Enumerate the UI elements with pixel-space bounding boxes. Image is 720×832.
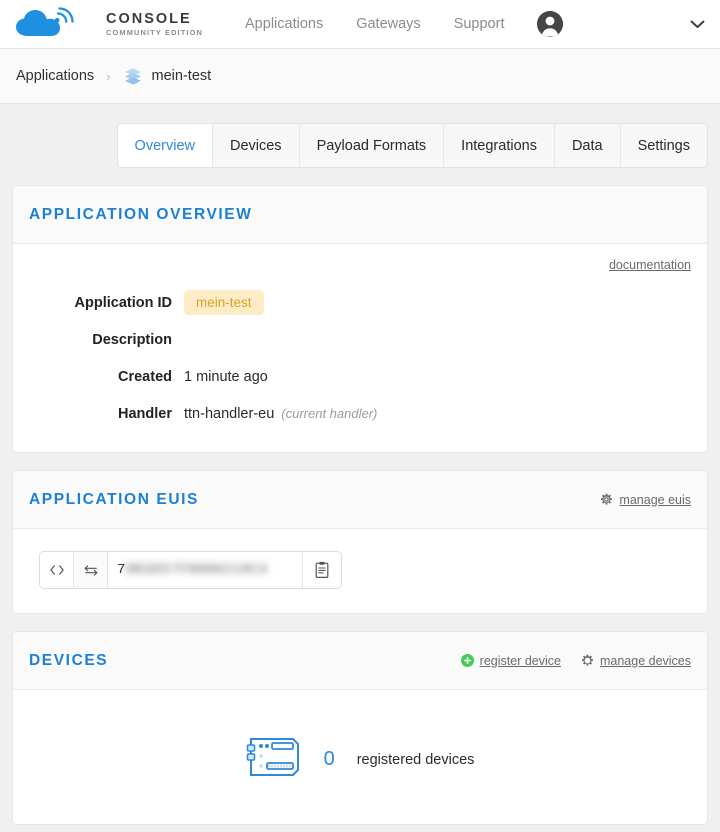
breadcrumb-separator: › [106, 68, 111, 84]
eui-value-field[interactable]: 7 0B3D57F0000218C4 [108, 552, 303, 588]
application-euis-actions: manage euis [600, 493, 691, 507]
primary-navigation: Applications Gateways Support [245, 16, 504, 32]
nav-item-gateways[interactable]: Gateways [356, 16, 420, 32]
tab-bar-container: Overview Devices Payload Formats Integra… [0, 104, 720, 168]
code-brackets-icon [49, 565, 64, 575]
registered-device-count: 0 [323, 748, 335, 770]
breadcrumb-current-label: mein-test [151, 68, 212, 84]
eui-code-toggle-button[interactable] [40, 552, 74, 588]
created-value: 1 minute ago [184, 368, 268, 385]
row-description: Description [29, 321, 691, 358]
brand-title: CONSOLE [106, 10, 192, 27]
gear-icon [601, 493, 613, 505]
chevron-down-icon [690, 20, 704, 28]
eui-value-masked: 0B3D57F0000218C4 [125, 562, 268, 578]
nav-item-applications[interactable]: Applications [245, 16, 323, 32]
row-application-id: Application ID mein-test [29, 284, 691, 321]
devices-actions: register device manage devices [460, 653, 691, 668]
user-avatar-icon [537, 11, 564, 37]
top-header-bar: CONSOLE COMMUNITY EDITION Applications G… [0, 0, 720, 49]
byte-order-swap-icon [84, 564, 97, 576]
application-euis-title: APPLICATION EUIS [29, 490, 199, 508]
row-handler: Handler ttn-handler-eu (current handler) [29, 395, 691, 432]
devices-title: DEVICES [29, 651, 109, 669]
nav-item-support[interactable]: Support [454, 16, 505, 32]
application-euis-header: APPLICATION EUIS manage euis [13, 471, 707, 529]
documentation-link[interactable]: documentation [609, 258, 691, 272]
tab-data[interactable]: Data [554, 124, 621, 167]
tab-payload-formats[interactable]: Payload Formats [299, 124, 445, 167]
application-euis-body: 7 0B3D57F0000218C4 [13, 529, 707, 613]
application-stack-icon [124, 68, 141, 85]
circuit-board-device-icon [246, 735, 302, 784]
description-label: Description [92, 331, 172, 348]
tab-overview[interactable]: Overview [117, 124, 213, 167]
breadcrumb-item-current[interactable]: mein-test [123, 66, 212, 86]
register-device-button[interactable]: register device [460, 653, 561, 668]
handler-note: (current handler) [281, 406, 378, 421]
eui-row: 7 0B3D57F0000218C4 [39, 551, 342, 589]
application-overview-body: documentation Application ID mein-test D… [13, 244, 707, 452]
brand-subtitle: COMMUNITY EDITION [106, 28, 204, 38]
created-label: Created [118, 368, 172, 385]
plus-circle-icon [460, 654, 474, 667]
registered-device-label: registered devices [356, 751, 475, 768]
tab-settings[interactable]: Settings [620, 124, 707, 167]
status-badge: mein-test [184, 290, 264, 315]
row-created: Created 1 minute ago [29, 358, 691, 395]
documentation-row: documentation [29, 258, 691, 272]
manage-euis-button[interactable]: manage euis [600, 493, 691, 507]
manage-devices-button[interactable]: manage devices [581, 654, 691, 668]
handler-label: Handler [118, 405, 172, 422]
eui-copy-button[interactable] [303, 552, 341, 588]
cloud-signal-logo [14, 7, 96, 41]
handler-value: ttn-handler-eu [184, 405, 275, 422]
breadcrumb: Applications › mein-test [0, 49, 720, 104]
avatar[interactable] [537, 11, 564, 37]
register-device-label: register device [479, 653, 561, 668]
devices-body: 0 registered devices [13, 690, 707, 824]
eui-byte-order-button[interactable] [74, 552, 108, 588]
eui-value-prefix: 7 [117, 562, 126, 578]
account-menu-toggle[interactable] [688, 15, 706, 33]
gear-icon [581, 654, 593, 666]
breadcrumb-item-applications[interactable]: Applications [16, 68, 94, 84]
tab-bar: Overview Devices Payload Formats Integra… [116, 123, 708, 168]
application-overview-header: APPLICATION OVERVIEW [13, 186, 707, 244]
manage-devices-label: manage devices [599, 653, 691, 668]
application-id-label: Application ID [74, 294, 172, 311]
tab-integrations[interactable]: Integrations [444, 124, 555, 167]
clipboard-copy-icon [315, 561, 329, 578]
application-euis-panel: APPLICATION EUIS manage euis 7 0B3D57F00… [12, 470, 708, 614]
devices-panel: DEVICES register device manage devices 0… [12, 631, 708, 825]
page-title: APPLICATION OVERVIEW [29, 205, 253, 223]
application-overview-panel: APPLICATION OVERVIEW documentation Appli… [12, 185, 708, 453]
tab-devices[interactable]: Devices [212, 124, 300, 167]
brand-logo-group[interactable]: CONSOLE COMMUNITY EDITION [14, 7, 203, 41]
devices-header: DEVICES register device manage devices [13, 632, 707, 690]
manage-euis-label: manage euis [619, 492, 691, 507]
